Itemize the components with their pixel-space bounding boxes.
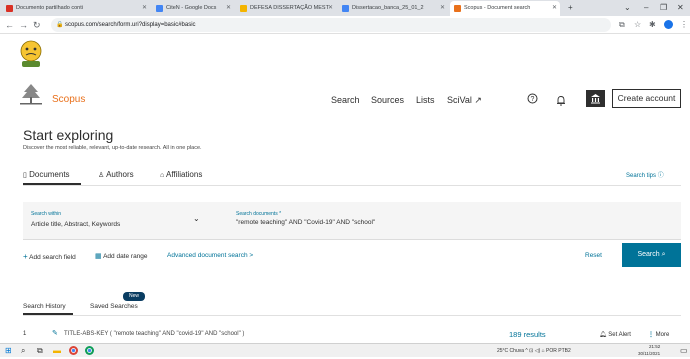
add-date-range-button[interactable]: ▦ Add date range (95, 252, 148, 260)
tab-affiliations[interactable]: ⌂ Affiliations (160, 170, 202, 179)
search-icon: ⌕ (661, 251, 666, 258)
translate-icon[interactable]: ⧉ (619, 18, 625, 32)
history-query[interactable]: TITLE-ABS-KEY ( "remote teaching" AND "c… (64, 331, 244, 337)
close-tab-icon[interactable]: ✕ (226, 1, 231, 16)
docs-icon (342, 5, 349, 12)
pencil-icon[interactable]: ✎ (52, 329, 58, 337)
advanced-search-link[interactable]: Advanced document search > (167, 252, 253, 259)
tab-list-icon[interactable]: ⌄ (624, 0, 631, 15)
browser-tab-dissertacao[interactable]: Dissertacao_banca_25_01_2 ✕ (338, 1, 448, 16)
lock-icon: 🔒 (56, 22, 64, 28)
close-tab-icon[interactable]: ✕ (552, 1, 557, 16)
clock[interactable]: 21:52 30/11/2021 (638, 344, 660, 357)
browser-menu-icon[interactable]: ⋮ (680, 18, 688, 32)
close-window-icon[interactable]: ✕ (677, 0, 684, 15)
profile-avatar-icon[interactable] (664, 18, 673, 34)
calendar-icon: ▦ (95, 253, 102, 260)
new-tab-icon[interactable]: + (568, 0, 573, 15)
nav-scival[interactable]: SciVal ↗ (447, 95, 482, 106)
maximize-icon[interactable]: ❐ (660, 0, 667, 15)
institution-icon[interactable] (586, 90, 605, 107)
chevron-down-icon: ⌄ (193, 214, 200, 223)
search-icon[interactable]: ⌕ (21, 345, 25, 357)
nav-search[interactable]: Search (331, 95, 360, 105)
windows-start-icon[interactable]: ⊞ (5, 345, 12, 357)
nav-sources[interactable]: Sources (371, 95, 404, 105)
close-tab-icon[interactable]: ✕ (328, 1, 333, 16)
bookmark-star-icon[interactable]: ☆ (634, 18, 641, 32)
task-view-icon[interactable]: ⧉ (37, 345, 43, 357)
svg-text:?: ? (531, 96, 535, 103)
tab-search-history[interactable]: Search History (23, 303, 66, 310)
page-subtitle: Discover the most reliable, relevant, up… (23, 145, 202, 151)
address-bar-row: ← → ↻ 🔒 scopus.com/search/form.uri?displ… (0, 16, 690, 34)
file-explorer-icon[interactable]: ▬ (53, 345, 61, 357)
elsevier-logo[interactable] (18, 82, 44, 111)
help-icon: ⓘ (657, 173, 664, 179)
scopus-brand[interactable]: Scopus (52, 94, 85, 105)
tab-divider (23, 185, 681, 186)
search-documents-input[interactable]: Search documents * "remote teaching" AND… (228, 202, 681, 240)
search-within-select[interactable]: Search within Article title, Abstract, K… (23, 202, 215, 240)
plus-icon: + (23, 252, 28, 261)
back-icon[interactable]: ← (5, 17, 14, 33)
close-tab-icon[interactable]: ✕ (440, 1, 445, 16)
reset-button[interactable]: Reset (585, 252, 602, 259)
drive-icon (240, 5, 247, 12)
search-button[interactable]: Search ⌕ (622, 243, 681, 267)
url-field[interactable]: 🔒 scopus.com/search/form.uri?display=bas… (51, 18, 611, 32)
minimize-icon[interactable]: – (644, 0, 648, 15)
browser-tab-documento[interactable]: Documento partilhado conti ✕ (2, 1, 150, 16)
browser-tab-bar: Documento partilhado conti ✕ CiteN - Goo… (0, 0, 690, 16)
building-icon: ⌂ (160, 172, 165, 179)
help-icon[interactable]: ? (527, 93, 538, 107)
more-button[interactable]: ⋮ More (648, 331, 669, 338)
system-tray[interactable]: 25°C Chuva ^ ⊡ ◁) ⌂ POR PTB2 (497, 345, 571, 357)
browser-tab-defesa[interactable]: DEFESA DISSERTAÇÃO MEST ✕ (236, 1, 336, 16)
doodle-logo (18, 40, 44, 73)
extensions-icon[interactable]: ✱ (649, 18, 656, 32)
windows-taskbar: ⊞ ⌕ ⧉ ▬ 25°C Chuva ^ ⊡ ◁) ⌂ POR PTB2 21:… (0, 343, 690, 357)
add-search-field-button[interactable]: + Add search field (23, 252, 76, 261)
forward-icon[interactable]: → (19, 17, 28, 33)
nav-lists[interactable]: Lists (416, 95, 435, 105)
results-link[interactable]: 189 results (509, 330, 546, 339)
history-row-index: 1 (23, 331, 27, 337)
tab-authors[interactable]: ♙ Authors (98, 170, 134, 179)
kebab-menu-icon: ⋮ (648, 332, 654, 338)
search-panel: Search within Article title, Abstract, K… (23, 202, 681, 240)
create-account-button[interactable]: Create account (612, 89, 681, 108)
set-alert-button[interactable]: 🔔︎ Set Alert (599, 331, 631, 338)
new-badge: New (123, 292, 145, 301)
tab-divider (23, 315, 681, 316)
person-icon: ♙ (98, 172, 105, 179)
tab-documents[interactable]: ▯ Documents (23, 170, 70, 179)
document-icon: ▯ (23, 172, 27, 179)
browser-tab-scopus[interactable]: Scopus - Document search ✕ (450, 1, 560, 16)
search-tips-link[interactable]: Search tips ⓘ (626, 170, 664, 179)
notification-bell-icon[interactable] (556, 93, 566, 111)
docs-icon (156, 5, 163, 12)
notifications-icon[interactable]: ▭ (680, 345, 688, 357)
browser-tab-citen[interactable]: CiteN - Google Docs ✕ (152, 1, 234, 16)
scopus-favicon-icon (454, 5, 461, 12)
gmail-icon (6, 5, 13, 12)
page-title: Start exploring (23, 127, 114, 143)
tab-saved-searches[interactable]: Saved Searches (90, 303, 138, 310)
close-tab-icon[interactable]: ✕ (142, 1, 147, 16)
bell-icon: 🔔︎ (599, 332, 607, 338)
reload-icon[interactable]: ↻ (33, 17, 41, 33)
